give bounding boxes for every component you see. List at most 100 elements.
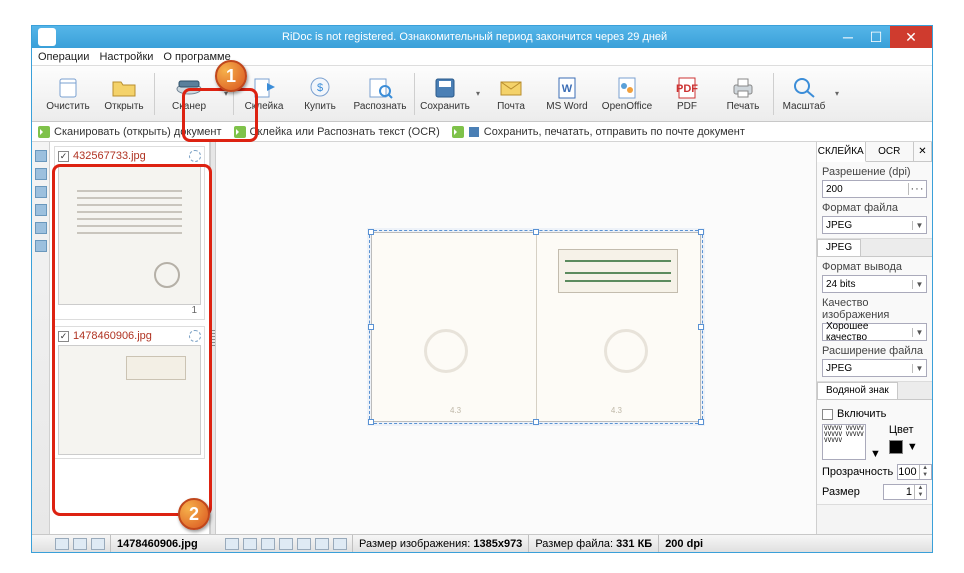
thumbnail-gear-icon[interactable] bbox=[189, 330, 201, 342]
enable-label: Включить bbox=[837, 408, 886, 420]
scanner-button[interactable]: Сканер bbox=[157, 68, 221, 120]
status-icon[interactable] bbox=[225, 538, 239, 550]
recognize-button[interactable]: Распознать bbox=[348, 68, 412, 120]
status-dpi: 200 dpi bbox=[665, 538, 703, 550]
opacity-label: Прозрачность bbox=[822, 466, 893, 478]
zoom-dropdown[interactable]: ▾ bbox=[832, 89, 842, 98]
thumbnail-item[interactable]: ✓ 1478460906.jpg bbox=[54, 326, 205, 459]
color-swatch[interactable] bbox=[889, 440, 903, 454]
save-button[interactable]: Сохранить bbox=[417, 68, 473, 120]
menu-settings[interactable]: Настройки bbox=[99, 51, 153, 63]
status-icon[interactable] bbox=[91, 538, 105, 550]
menu-operations[interactable]: Операции bbox=[38, 51, 89, 63]
output-label: Формат вывода bbox=[822, 261, 927, 273]
zoom-button[interactable]: Масштаб bbox=[776, 68, 832, 120]
watermark-tab[interactable]: Водяной знак bbox=[817, 382, 898, 399]
tab-close[interactable]: ✕ bbox=[914, 142, 932, 161]
preview-area[interactable]: 4.3 4.3 bbox=[216, 142, 816, 534]
tool-icon[interactable] bbox=[35, 240, 47, 252]
status-icon[interactable] bbox=[55, 538, 69, 550]
thumbnail-filename: 432567733.jpg bbox=[73, 150, 146, 162]
pdf-button[interactable]: PDFPDF bbox=[659, 68, 715, 120]
thumbnail-image[interactable] bbox=[58, 165, 201, 305]
quality-label: Качество изображения bbox=[822, 297, 927, 321]
size-spinner[interactable]: 1▲▼ bbox=[883, 484, 927, 500]
pattern-box[interactable]: VVVVV VVVVV VVVVV VVVVV VVVVV bbox=[822, 424, 866, 460]
status-icon[interactable] bbox=[297, 538, 311, 550]
status-icon[interactable] bbox=[261, 538, 275, 550]
hint-scan: Сканировать (открыть) документ bbox=[38, 126, 222, 138]
thumbnail-gear-icon[interactable] bbox=[189, 150, 201, 162]
quality-select[interactable]: Хорошее качество▼ bbox=[822, 323, 927, 341]
format-select[interactable]: JPEG▼ bbox=[822, 216, 927, 234]
status-icon[interactable] bbox=[243, 538, 257, 550]
openoffice-button[interactable]: OpenOffice bbox=[595, 68, 659, 120]
resolution-field[interactable]: 200··· bbox=[822, 180, 927, 198]
status-icon[interactable] bbox=[333, 538, 347, 550]
output-select[interactable]: 24 bits▼ bbox=[822, 275, 927, 293]
mail-button[interactable]: Почта bbox=[483, 68, 539, 120]
jpeg-tab[interactable]: JPEG bbox=[817, 239, 861, 256]
maximize-button[interactable]: ☐ bbox=[862, 26, 890, 48]
ext-select[interactable]: JPEG▼ bbox=[822, 359, 927, 377]
clear-button[interactable]: Очистить bbox=[40, 68, 96, 120]
tool-icon[interactable] bbox=[35, 168, 47, 180]
hint-ocr: Склейка или Распознать текст (OCR) bbox=[234, 126, 440, 138]
svg-text:$: $ bbox=[317, 82, 323, 94]
status-icon[interactable] bbox=[279, 538, 293, 550]
app-window: RiDoc is not registered. Ознакомительный… bbox=[31, 25, 933, 553]
ext-label: Расширение файла bbox=[822, 345, 927, 357]
color-label: Цвет bbox=[889, 424, 918, 436]
format-label: Формат файла bbox=[822, 202, 927, 214]
titlebar: RiDoc is not registered. Ознакомительный… bbox=[32, 26, 932, 48]
status-bar: 1478460906.jpg Размер изображения: 1385x… bbox=[32, 534, 932, 552]
callout-2: 2 bbox=[178, 498, 210, 530]
thumbnail-index: 1 bbox=[58, 305, 201, 316]
tool-icon[interactable] bbox=[35, 222, 47, 234]
hint-bar: Сканировать (открыть) документ Склейка и… bbox=[32, 122, 932, 142]
thumbnail-checkbox[interactable]: ✓ bbox=[58, 331, 69, 342]
window-title: RiDoc is not registered. Ознакомительный… bbox=[62, 31, 834, 43]
right-panel: СКЛЕЙКА OCR ✕ Разрешение (dpi) 200··· Фо… bbox=[816, 142, 932, 534]
tab-ocr[interactable]: OCR bbox=[866, 142, 915, 161]
left-toolstrip bbox=[32, 142, 50, 534]
status-filesize: 331 КБ bbox=[616, 538, 652, 550]
minimize-button[interactable]: ─ bbox=[834, 26, 862, 48]
tool-icon[interactable] bbox=[35, 150, 47, 162]
resolution-label: Разрешение (dpi) bbox=[822, 166, 927, 178]
save-dropdown[interactable]: ▾ bbox=[473, 89, 483, 98]
callout-1: 1 bbox=[215, 60, 247, 92]
enable-checkbox[interactable] bbox=[822, 409, 833, 420]
save-icon bbox=[468, 126, 480, 138]
svg-text:PDF: PDF bbox=[676, 83, 698, 95]
menubar: Операции Настройки О программе bbox=[32, 48, 932, 66]
status-dims: 1385x973 bbox=[473, 538, 522, 550]
arrow-icon bbox=[234, 126, 246, 138]
tool-icon[interactable] bbox=[35, 186, 47, 198]
status-filename: 1478460906.jpg bbox=[117, 538, 198, 550]
tool-icon[interactable] bbox=[35, 204, 47, 216]
menu-about[interactable]: О программе bbox=[163, 51, 230, 63]
thumbnail-checkbox[interactable]: ✓ bbox=[58, 151, 69, 162]
document-page[interactable]: 4.3 4.3 bbox=[371, 232, 701, 422]
status-icon[interactable] bbox=[73, 538, 87, 550]
opacity-spinner[interactable]: 100▲▼ bbox=[897, 464, 931, 480]
svg-text:W: W bbox=[562, 83, 573, 95]
msword-button[interactable]: WMS Word bbox=[539, 68, 595, 120]
buy-button[interactable]: $Купить bbox=[292, 68, 348, 120]
arrow-icon bbox=[452, 126, 464, 138]
arrow-icon bbox=[38, 126, 50, 138]
status-icon[interactable] bbox=[315, 538, 329, 550]
open-button[interactable]: Открыть bbox=[96, 68, 152, 120]
thumbnail-filename: 1478460906.jpg bbox=[73, 330, 152, 342]
thumbnail-item[interactable]: ✓ 432567733.jpg 1 bbox=[54, 146, 205, 320]
tab-stitch[interactable]: СКЛЕЙКА bbox=[817, 142, 866, 162]
app-icon bbox=[38, 28, 56, 46]
thumbnail-panel: ✓ 432567733.jpg 1 ✓ 1478460906.jpg bbox=[50, 142, 210, 534]
toolbar: Очистить Открыть Сканер ▾ Склейка $Купит… bbox=[32, 66, 932, 122]
print-button[interactable]: Печать bbox=[715, 68, 771, 120]
size-label: Размер bbox=[822, 486, 860, 498]
close-button[interactable]: ✕ bbox=[890, 26, 932, 48]
hint-save: Сохранить, печатать, отправить по почте … bbox=[452, 126, 745, 138]
thumbnail-image[interactable] bbox=[58, 345, 201, 455]
